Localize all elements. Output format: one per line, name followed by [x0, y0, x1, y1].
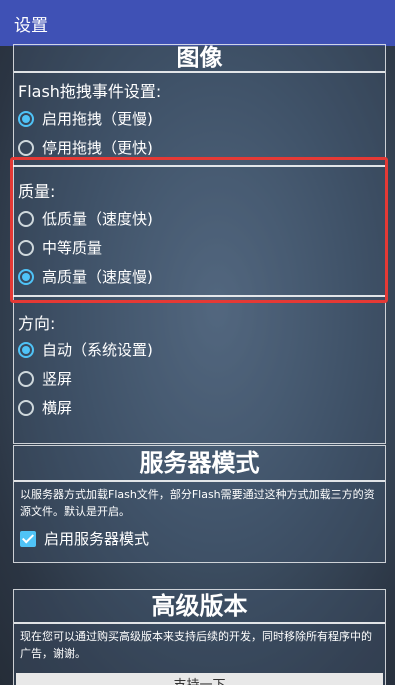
radio-label: 竖屏: [42, 370, 73, 388]
app-bar-title: 设置: [14, 15, 48, 36]
server-section-title: 服务器模式: [14, 446, 385, 482]
premium-panel: 高级版本 现在您可以通过购买高级版本来支持后续的开发，同时移除所有程序中的广告，…: [13, 589, 386, 685]
premium-description: 现在您可以通过购买高级版本来支持后续的开发，同时移除所有程序中的广告，谢谢。: [20, 630, 372, 660]
radio-disable-drag[interactable]: 停用拖拽（更快): [18, 137, 153, 158]
radio-orientation-auto[interactable]: 自动（系统设置): [18, 339, 153, 360]
radio-orientation-portrait[interactable]: 竖屏: [18, 368, 72, 389]
radio-label: 停用拖拽（更快): [42, 139, 153, 157]
server-mode-checkbox[interactable]: 启用服务器模式: [14, 520, 385, 549]
radio-selected-icon: [18, 110, 34, 127]
image-section-title: 图像: [14, 45, 385, 73]
app-bar: 设置: [0, 0, 395, 46]
support-button[interactable]: 支持一下: [16, 673, 383, 685]
highlight-box: [10, 157, 388, 303]
checkbox-label: 启用服务器模式: [44, 530, 150, 548]
radio-orientation-landscape[interactable]: 横屏: [18, 397, 72, 418]
drag-setting-label: Flash拖拽事件设置:: [18, 82, 162, 101]
server-mode-panel: 服务器模式 以服务器方式加载Flash文件，部分Flash需要通过这种方式加载三…: [13, 445, 386, 563]
server-description: 以服务器方式加载Flash文件，部分Flash需要通过这种方式加载三方的资源文件…: [20, 488, 375, 518]
premium-section-title: 高级版本: [14, 590, 385, 624]
checkbox-checked-icon: [20, 530, 36, 547]
radio-label: 启用拖拽（更慢): [42, 110, 153, 128]
radio-label: 自动（系统设置): [42, 341, 153, 359]
orientation-label: 方向:: [18, 314, 56, 333]
radio-unselected-icon: [18, 139, 34, 156]
radio-label: 横屏: [42, 399, 73, 417]
radio-unselected-icon: [18, 399, 34, 416]
radio-unselected-icon: [18, 370, 34, 387]
radio-enable-drag[interactable]: 启用拖拽（更慢): [18, 108, 153, 129]
radio-selected-icon: [18, 341, 34, 358]
